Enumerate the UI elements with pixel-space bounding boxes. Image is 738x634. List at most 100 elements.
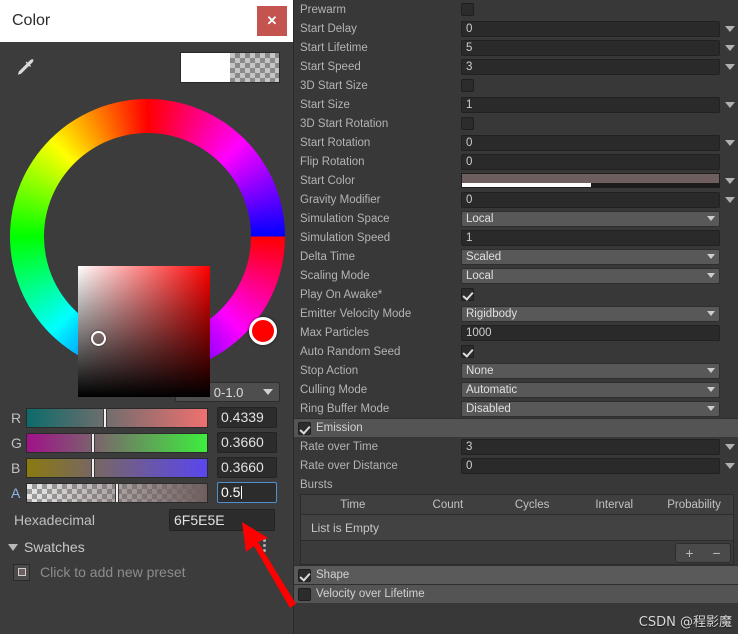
property-field <box>461 345 738 358</box>
slider-knob[interactable] <box>90 432 95 453</box>
property-row-stop-action: Stop Action None <box>294 361 738 380</box>
chevron-down-icon[interactable] <box>725 101 735 108</box>
channel-label-a: A <box>11 484 21 501</box>
slider-knob[interactable] <box>103 407 108 428</box>
emission-module: Emission Rate over Time 3 Rate over Distan… <box>294 418 738 565</box>
channel-slider-b[interactable] <box>26 457 208 478</box>
property-field <box>461 173 738 188</box>
property-label: Rate over Distance <box>300 459 398 472</box>
add-preset-row[interactable]: Click to add new preset <box>0 559 293 585</box>
property-label: Start Delay <box>300 22 357 35</box>
color-picker-dialog: Color ✕ RGB 0-1.0 R 0.4339 G 0.3660 B 0.36 <box>0 0 294 634</box>
module-label: Shape <box>316 569 350 581</box>
chevron-down-icon[interactable] <box>725 443 735 450</box>
close-icon[interactable]: ✕ <box>257 6 287 36</box>
property-label: Emitter Velocity Mode <box>300 307 412 320</box>
hexadecimal-row: Hexadecimal 6F5E5E <box>0 505 293 535</box>
swatches-header[interactable]: Swatches <box>0 535 293 559</box>
property-field: 3 <box>461 58 738 75</box>
property-label: Delta Time <box>300 250 355 263</box>
max-particles-input[interactable]: 1000 <box>461 324 720 341</box>
play-on-awake-checkbox[interactable] <box>461 288 474 301</box>
chevron-down-icon[interactable] <box>8 543 18 551</box>
culling-mode-dropdown[interactable]: Automatic <box>461 381 720 398</box>
chevron-down-icon[interactable] <box>725 44 735 51</box>
module-header-velocity-over-lifetime[interactable]: Velocity over Lifetime <box>294 584 738 603</box>
gravity-modifier-input[interactable]: 0 <box>461 191 720 208</box>
start-color-swatch[interactable] <box>461 173 720 188</box>
simulation-space-dropdown[interactable]: Local <box>461 210 720 227</box>
bursts-add-remove-buttons[interactable]: + − <box>675 542 731 563</box>
simulation-speed-input[interactable]: 1 <box>461 229 720 246</box>
auto-random-seed-checkbox[interactable] <box>461 345 474 358</box>
slider-knob[interactable] <box>90 457 95 478</box>
dialog-title-bar: Color ✕ <box>0 0 293 42</box>
watermark-text: CSDN @程影魔 <box>638 615 732 630</box>
velocity-over-lifetime-enable-checkbox[interactable] <box>298 587 311 601</box>
chevron-down-icon[interactable] <box>725 63 735 70</box>
channel-slider-a[interactable] <box>26 482 208 503</box>
emission-module-header[interactable]: Emission <box>294 418 738 437</box>
ring-buffer-mode-dropdown[interactable]: Disabled <box>461 400 720 417</box>
hue-cursor[interactable] <box>249 317 277 345</box>
culling-mode-value: Automatic <box>466 383 518 396</box>
prewarm-checkbox[interactable] <box>461 3 474 16</box>
channel-label-r: R <box>11 409 22 426</box>
slider-knob[interactable] <box>115 482 119 503</box>
channel-input-b[interactable]: 0.3660 <box>217 457 277 478</box>
chevron-down-icon[interactable] <box>725 177 735 184</box>
3d-start-rotation-checkbox[interactable] <box>461 117 474 130</box>
property-row-flip-rotation: Flip Rotation 0 <box>294 152 738 171</box>
dialog-top-row <box>0 42 293 94</box>
channel-input-r[interactable]: 0.4339 <box>217 407 277 428</box>
preview-solid-half <box>181 53 230 82</box>
property-row-start-size: Start Size 1 <box>294 95 738 114</box>
eyedropper-icon[interactable] <box>12 54 38 80</box>
3d-start-size-checkbox[interactable] <box>461 79 474 92</box>
property-label: Stop Action <box>300 364 359 377</box>
bursts-add-button[interactable]: + <box>685 545 693 561</box>
chevron-down-icon[interactable] <box>725 462 735 469</box>
property-row-3d-start-size: 3D Start Size <box>294 76 738 95</box>
kebab-menu-icon[interactable] <box>263 539 266 552</box>
bursts-remove-button[interactable]: − <box>712 545 720 561</box>
stop-action-dropdown[interactable]: None <box>461 362 720 379</box>
scaling-mode-dropdown[interactable]: Local <box>461 267 720 284</box>
property-label: Ring Buffer Mode <box>300 402 390 415</box>
preset-color-chip[interactable] <box>13 563 30 581</box>
color-preview-swatch[interactable] <box>180 52 280 83</box>
chevron-down-icon <box>707 254 715 259</box>
property-field: 1000 <box>461 324 738 341</box>
channel-input-a[interactable]: 0.5 <box>217 482 277 503</box>
shape-enable-checkbox[interactable] <box>298 568 311 582</box>
channel-input-g[interactable]: 0.3660 <box>217 432 277 453</box>
module-header-shape[interactable]: Shape <box>294 565 738 584</box>
chevron-down-icon[interactable] <box>725 25 735 32</box>
bursts-column-header: Count <box>432 498 464 511</box>
start-lifetime-input[interactable]: 5 <box>461 39 720 56</box>
rate-over-time-input[interactable]: 3 <box>461 438 720 455</box>
start-speed-input[interactable]: 3 <box>461 58 720 75</box>
property-row-rate-over-distance: Rate over Distance 0 <box>294 456 738 475</box>
channel-row-r: R 0.4339 <box>0 405 293 430</box>
channel-slider-g[interactable] <box>26 432 208 453</box>
property-row-simulation-speed: Simulation Speed 1 <box>294 228 738 247</box>
flip-rotation-input[interactable]: 0 <box>461 153 720 170</box>
property-row-culling-mode: Culling Mode Automatic <box>294 380 738 399</box>
start-delay-input[interactable]: 0 <box>461 20 720 37</box>
emission-enable-checkbox[interactable] <box>298 421 311 435</box>
delta-time-dropdown[interactable]: Scaled <box>461 248 720 265</box>
saturation-value-cursor[interactable] <box>91 331 106 346</box>
chevron-down-icon[interactable] <box>725 196 735 203</box>
emitter-velocity-mode-dropdown[interactable]: Rigidbody <box>461 305 720 322</box>
start-rotation-input[interactable]: 0 <box>461 134 720 151</box>
channel-slider-r[interactable] <box>26 407 208 428</box>
start-size-input[interactable]: 1 <box>461 96 720 113</box>
rate-over-distance-input[interactable]: 0 <box>461 457 720 474</box>
color-wheel-area[interactable] <box>0 94 293 397</box>
bursts-empty-text: List is Empty <box>311 520 380 535</box>
property-field: 0 <box>461 457 738 474</box>
hexadecimal-input[interactable]: 6F5E5E <box>169 509 275 531</box>
chevron-down-icon[interactable] <box>725 139 735 146</box>
emission-property-list: Rate over Time 3 Rate over Distance 0 <box>294 437 738 475</box>
